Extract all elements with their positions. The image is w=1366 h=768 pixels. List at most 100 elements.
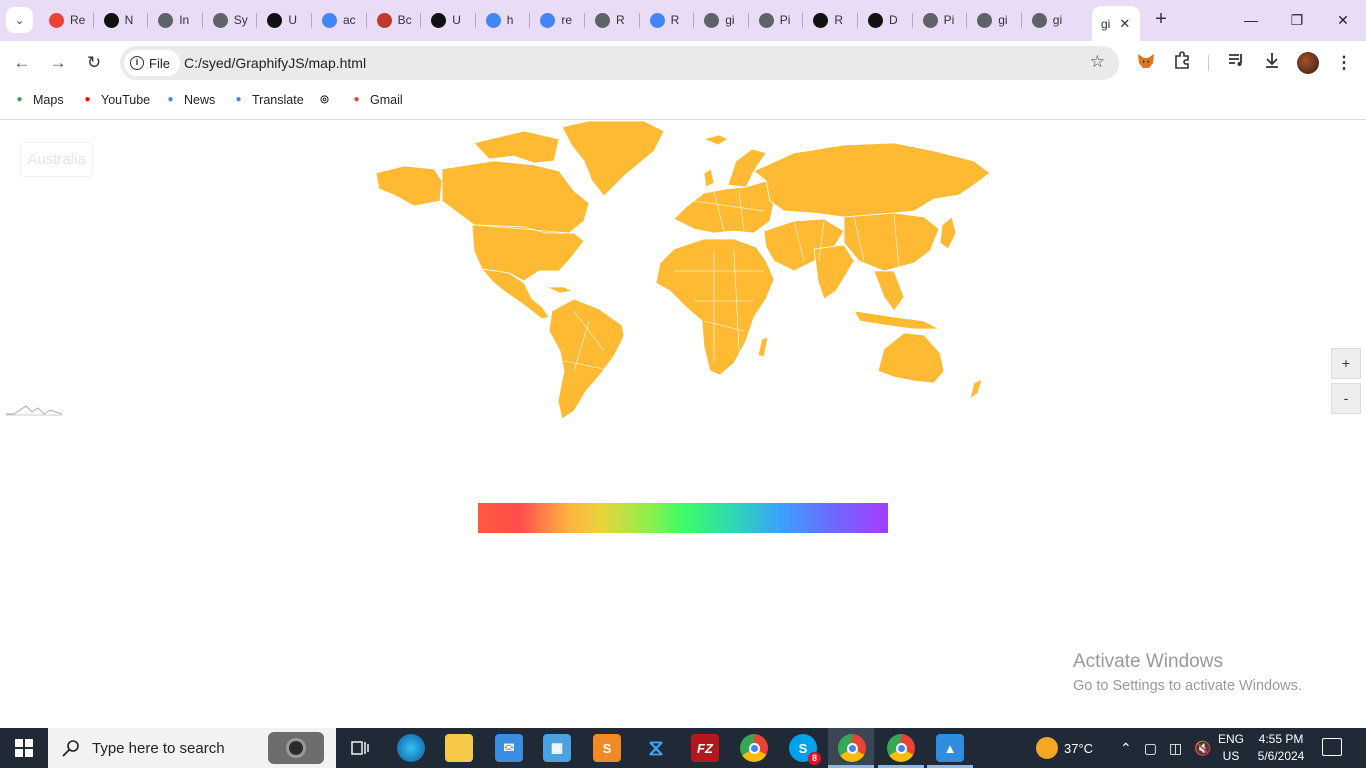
taskbar-clock[interactable]: 4:55 PM 5/6/2024 xyxy=(1256,731,1306,765)
browser-tab[interactable]: R xyxy=(804,6,858,34)
media-control-icon[interactable] xyxy=(1224,51,1248,75)
restore-button[interactable]: ❐ xyxy=(1282,8,1312,32)
gmail-icon: ● xyxy=(353,94,360,105)
google-news-icon: ● xyxy=(167,94,174,105)
globe-icon xyxy=(212,12,228,28)
globe-icon: ◎ xyxy=(320,94,329,105)
arrow-left-icon: ← xyxy=(13,53,31,72)
country-europe xyxy=(673,180,775,234)
language-code: ENG xyxy=(1217,732,1244,746)
back-button[interactable]: ← xyxy=(10,51,34,75)
browser-tab[interactable]: R xyxy=(586,6,640,34)
zoom-out-button[interactable]: - xyxy=(1331,383,1361,414)
download-icon[interactable] xyxy=(1260,51,1284,75)
weather-widget[interactable]: 37°C xyxy=(1036,728,1093,768)
country-southeast-asia xyxy=(873,270,905,312)
b-icon xyxy=(376,12,392,28)
country-canada-islands xyxy=(473,130,560,164)
vscode-icon[interactable]: ⧖ xyxy=(642,734,670,762)
start-button[interactable] xyxy=(0,728,48,768)
browser-tab[interactable]: D xyxy=(859,6,913,34)
extensions-puzzle-icon[interactable] xyxy=(1170,51,1194,75)
globe-icon xyxy=(158,12,174,28)
chrome-icon[interactable] xyxy=(740,734,768,762)
new-tab-button[interactable]: + xyxy=(1150,8,1172,30)
clock-time: 4:55 PM xyxy=(1258,732,1304,746)
browser-tab[interactable]: U xyxy=(422,6,476,34)
keyboard-layout: US xyxy=(1222,749,1240,763)
browser-tab[interactable]: N xyxy=(95,6,149,34)
menu-kebab-icon[interactable]: ⋮ xyxy=(1332,51,1356,75)
photos-app-icon[interactable]: ▲ xyxy=(936,734,964,762)
world-map[interactable] xyxy=(374,121,994,421)
bookmark-item[interactable]: ● News xyxy=(163,92,215,107)
minimize-button[interactable]: — xyxy=(1236,8,1266,32)
volume-muted-icon[interactable]: 🔇 xyxy=(1194,740,1211,757)
tab-active[interactable]: gi ✕ xyxy=(1092,6,1140,41)
file-explorer-icon[interactable] xyxy=(445,734,473,762)
mail-icon[interactable]: ✉ xyxy=(495,734,523,762)
taskbar-search[interactable]: Type here to search xyxy=(48,728,336,768)
sublime-text-icon[interactable]: S xyxy=(593,734,621,762)
tray-device-icon[interactable]: ▢ xyxy=(1144,740,1157,757)
tab-label: R xyxy=(616,13,625,27)
browser-tab[interactable]: Re xyxy=(40,6,94,34)
browser-tab[interactable]: gi xyxy=(968,6,1022,34)
address-bar[interactable]: i File C:/syed/GraphifyJS/map.html ☆ xyxy=(120,46,1119,80)
filezilla-icon[interactable]: FZ xyxy=(691,734,719,762)
browser-tab[interactable]: U xyxy=(258,6,312,34)
tab-label: N xyxy=(124,13,134,27)
reload-button[interactable]: ↻ xyxy=(82,51,106,75)
bookmark-item[interactable]: ● Translate xyxy=(231,92,303,107)
bookmark-globe[interactable]: ◎ xyxy=(317,92,332,107)
tab-separator xyxy=(201,13,203,28)
metamask-fox-icon[interactable] xyxy=(1134,51,1158,75)
browser-tab[interactable]: re xyxy=(531,6,585,34)
bookmark-label: Maps xyxy=(33,92,64,107)
profile-avatar[interactable] xyxy=(1297,52,1319,74)
browser-tab[interactable]: Bc xyxy=(368,6,422,34)
chrome-profile-icon[interactable] xyxy=(887,734,915,762)
zoom-in-button[interactable]: + xyxy=(1331,348,1361,379)
close-tab-icon[interactable]: ✕ xyxy=(1119,16,1130,32)
globe-icon xyxy=(1031,12,1047,28)
browser-tab[interactable]: gi xyxy=(1023,6,1077,34)
country-new-zealand xyxy=(969,378,983,400)
tray-chevron-up-icon[interactable]: ⌃ xyxy=(1120,740,1132,757)
chrome-active-icon[interactable] xyxy=(838,734,866,762)
edge-browser-icon[interactable] xyxy=(397,734,425,762)
tab-separator xyxy=(311,13,312,28)
bookmark-item[interactable]: ● Maps xyxy=(12,92,64,107)
url-text[interactable]: C:/syed/GraphifyJS/map.html xyxy=(184,55,366,71)
browser-tab[interactable]: R xyxy=(641,6,695,34)
language-indicator[interactable]: ENG US xyxy=(1216,731,1246,765)
globe-icon xyxy=(977,12,993,28)
browser-tab[interactable]: Sy xyxy=(204,6,258,34)
browser-toolbar: ← → ↻ i File C:/syed/GraphifyJS/map.html… xyxy=(0,41,1366,85)
bookmark-item[interactable]: ● YouTube xyxy=(80,92,150,107)
tab-label: gi xyxy=(1052,13,1063,27)
browser-tab[interactable]: Pi xyxy=(750,6,804,34)
forward-button[interactable]: → xyxy=(46,51,70,75)
browser-tab[interactable]: h xyxy=(477,6,531,34)
browser-tab[interactable]: In xyxy=(149,6,203,34)
bookmark-star-icon[interactable]: ☆ xyxy=(1090,52,1105,72)
site-info-chip[interactable]: i File xyxy=(124,50,180,76)
browser-tab[interactable]: Pi xyxy=(914,6,968,34)
tab-separator xyxy=(584,13,585,28)
github-icon xyxy=(868,12,883,28)
browser-tab[interactable]: ac xyxy=(313,6,367,34)
github-icon xyxy=(431,12,447,28)
bookmark-item[interactable]: ● Gmail xyxy=(349,92,403,107)
task-view-icon[interactable] xyxy=(346,734,374,762)
active-tab-label: gi xyxy=(1101,16,1111,31)
network-icon[interactable]: ◫ xyxy=(1169,740,1182,757)
microsoft-store-icon[interactable]: ▦ xyxy=(543,734,571,762)
tab-label: Pi xyxy=(779,13,791,27)
close-window-button[interactable]: ✕ xyxy=(1328,8,1358,32)
tab-search-button[interactable]: ⌄ xyxy=(6,7,33,33)
bookmark-label: Gmail xyxy=(370,92,403,107)
skype-icon[interactable]: S8 xyxy=(789,734,821,765)
notifications-icon[interactable] xyxy=(1322,738,1342,756)
browser-tab[interactable]: gi xyxy=(695,6,749,34)
